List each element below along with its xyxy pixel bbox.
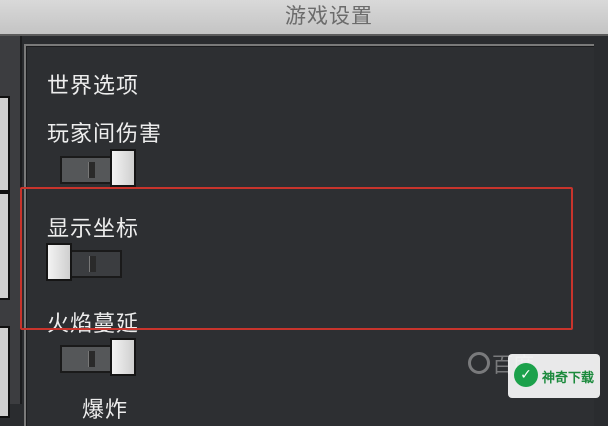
toggle-indicator: [88, 162, 95, 178]
sidebar-tab-button[interactable]: [0, 96, 10, 192]
window-title: 游戏设置: [285, 4, 373, 28]
left-sidebar: [0, 36, 22, 418]
highlight-box: [20, 187, 573, 330]
toggle-knob[interactable]: [110, 338, 136, 376]
fire-spread-toggle[interactable]: [58, 336, 140, 378]
watermark-text-right: 神奇下载: [542, 371, 595, 386]
title-bar: 游戏设置: [0, 0, 608, 36]
watermark-badge: ✓ 神奇下载: [508, 354, 600, 398]
sidebar-tab-button[interactable]: [0, 326, 10, 418]
sidebar-tab-button[interactable]: [0, 192, 10, 300]
toggle-knob[interactable]: [110, 149, 136, 187]
watermark-logo-icon: [468, 352, 490, 374]
pvp-toggle[interactable]: [58, 147, 140, 189]
pvp-label: 玩家间伤害: [47, 122, 163, 147]
toggle-indicator: [88, 351, 95, 367]
section-title-world-options: 世界选项: [47, 74, 140, 99]
download-logo-icon: ✓: [514, 363, 538, 387]
next-setting-label: 爆炸: [82, 398, 129, 423]
